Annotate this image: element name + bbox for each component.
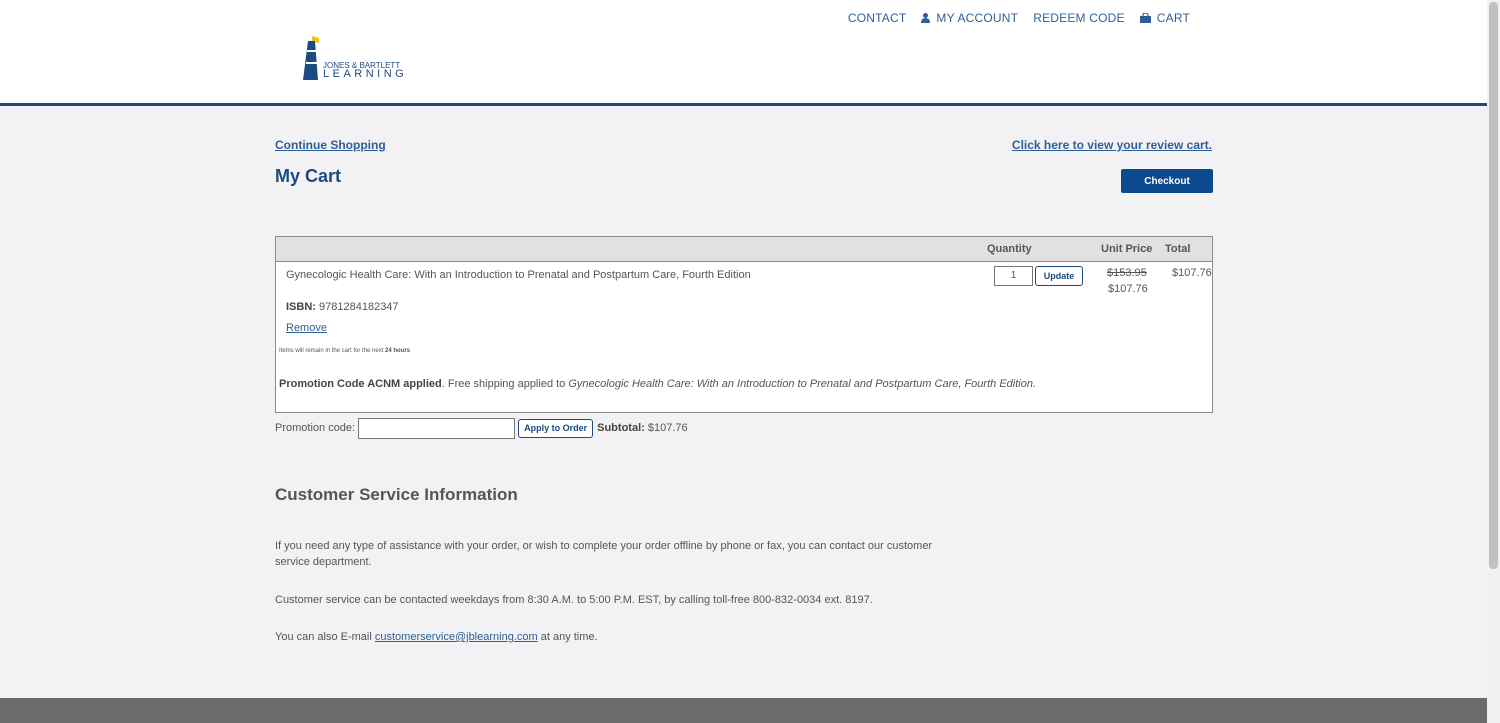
email-suffix: at any time. <box>537 631 598 643</box>
lighthouse-icon <box>303 36 319 80</box>
subtotal-label: Subtotal: <box>597 422 645 434</box>
nav-contact-label: CONTACT <box>847 11 907 25</box>
jones-bartlett-logo[interactable]: JONES & BARTLETT LEARNING <box>301 36 411 82</box>
nav-redeem-code-label: REDEEM CODE <box>1033 11 1125 25</box>
nav-cart[interactable]: CART <box>1139 11 1190 25</box>
promo-applied-text: . Free shipping applied to <box>441 378 569 390</box>
logo-line2: LEARNING <box>323 68 408 80</box>
subtotal: Subtotal: $107.76 <box>597 422 688 434</box>
customer-service-title: Customer Service Information <box>275 485 518 504</box>
site-header: JONES & BARTLETT LEARNING CONTACT MY ACC… <box>0 0 1487 106</box>
promo-code-label: Promotion code: <box>275 422 356 434</box>
column-header-total: Total <box>1165 243 1191 255</box>
item-total: $107.76 <box>1172 267 1212 279</box>
hold-notice-duration: 24 hours <box>385 348 411 354</box>
promo-code-input[interactable] <box>358 417 516 439</box>
site-footer <box>0 698 1487 723</box>
scrollbar-thumb[interactable] <box>1489 2 1498 569</box>
email-prefix: You can also E-mail <box>275 631 375 643</box>
promo-applied-code: Promotion Code ACNM applied <box>279 378 442 390</box>
continue-shopping-link[interactable]: Continue Shopping <box>275 138 386 152</box>
promotion-code-row: Promotion code: Apply to Order Subtotal:… <box>275 417 688 439</box>
unit-price: $107.76 <box>1108 283 1148 295</box>
cart-hold-notice: Items will remain in the cart for the ne… <box>279 348 410 354</box>
column-header-quantity: Quantity <box>987 243 1032 255</box>
shopping-bag-icon <box>1139 13 1151 23</box>
user-icon <box>921 13 931 23</box>
item-title: Gynecologic Health Care: With an Introdu… <box>286 269 751 281</box>
nav-redeem-code[interactable]: REDEEM CODE <box>1033 11 1125 25</box>
cart-table: Quantity Unit Price Total Gynecologic He… <box>275 236 1213 413</box>
subtotal-value: $107.76 <box>647 422 688 434</box>
quantity-input[interactable]: 1 <box>994 266 1033 286</box>
promotion-applied-note: Promotion Code ACNM applied. Free shippi… <box>279 378 1036 390</box>
page-scrollbar[interactable] <box>1487 0 1500 723</box>
apply-to-order-button[interactable]: Apply to Order <box>518 418 594 438</box>
hold-notice-prefix: Items will remain in the cart for the ne… <box>279 348 386 354</box>
original-price: $153.95 <box>1107 267 1147 279</box>
checkout-button[interactable]: Checkout <box>1121 169 1213 193</box>
nav-my-account[interactable]: MY ACCOUNT <box>921 11 1018 25</box>
customer-service-email-link[interactable]: customerservice@jblearning.com <box>375 631 538 643</box>
nav-cart-label: CART <box>1156 11 1190 25</box>
update-quantity-button[interactable]: Update <box>1035 266 1083 286</box>
nav-my-account-label: MY ACCOUNT <box>936 11 1019 25</box>
isbn-label: ISBN: <box>286 301 316 313</box>
item-isbn: ISBN: 9781284182347 <box>286 301 399 313</box>
cart-table-header: Quantity Unit Price Total <box>276 237 1212 262</box>
logo-text: JONES & BARTLETT LEARNING <box>323 61 408 80</box>
page-title: My Cart <box>275 166 342 186</box>
isbn-value: 9781284182347 <box>319 301 399 313</box>
customer-service-paragraph-3: You can also E-mail customerservice@jble… <box>275 629 945 645</box>
promo-applied-item: Gynecologic Health Care: With an Introdu… <box>568 378 1037 390</box>
column-header-unit-price: Unit Price <box>1101 243 1153 255</box>
customer-service-paragraph-1: If you need any type of assistance with … <box>275 540 933 568</box>
remove-item-link[interactable]: Remove <box>286 322 327 334</box>
customer-service-paragraph-2: Customer service can be contacted weekda… <box>275 594 873 606</box>
nav-contact[interactable]: CONTACT <box>848 11 907 25</box>
top-nav: CONTACT MY ACCOUNT REDEEM CODE CART <box>833 11 1190 25</box>
review-cart-link[interactable]: Click here to view your review cart. <box>1012 138 1212 152</box>
